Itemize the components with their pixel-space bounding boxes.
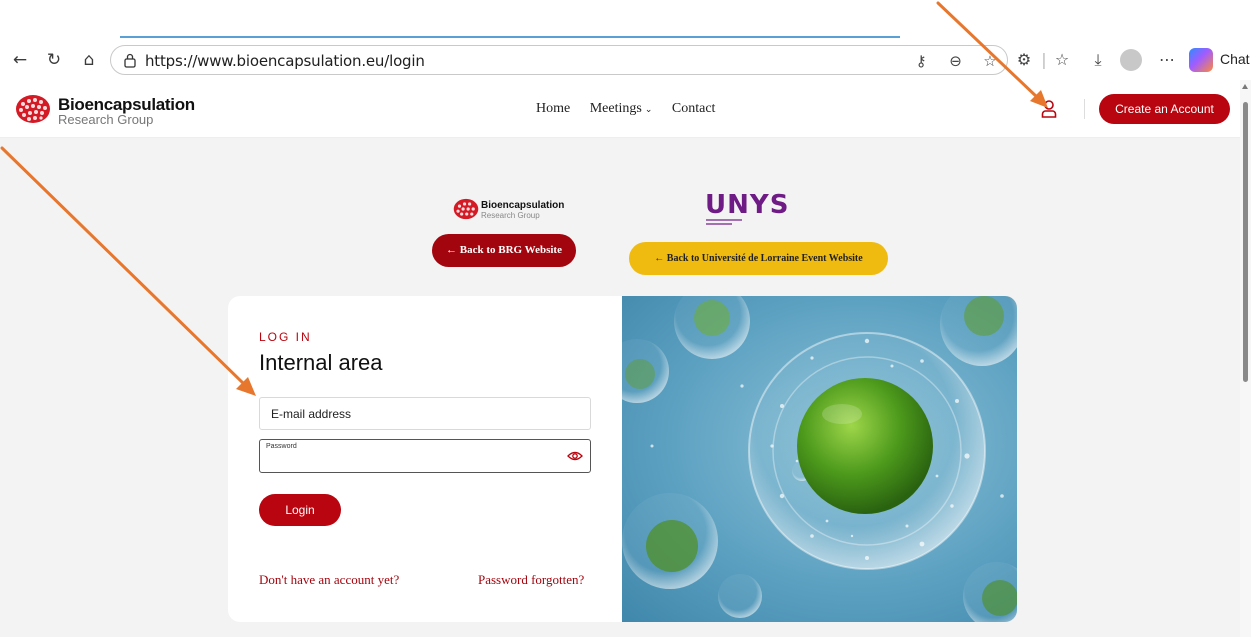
email-input[interactable]: [259, 397, 591, 430]
back-to-brg-button[interactable]: ← Back to BRG Website: [432, 234, 576, 267]
bubble-illustration: [622, 296, 1017, 622]
toolbar-divider: |: [1041, 50, 1047, 69]
unys-tagline-mark: [706, 219, 746, 225]
login-button[interactable]: Login: [259, 494, 341, 526]
home-icon[interactable]: ⌂: [78, 49, 100, 71]
password-input[interactable]: [266, 454, 556, 470]
more-menu-icon[interactable]: ⋯: [1156, 49, 1178, 71]
nav-item-meetings-label: Meetings: [589, 101, 642, 116]
key-icon[interactable]: ⚷: [910, 50, 932, 72]
page-scrollbar[interactable]: [1240, 80, 1251, 637]
scroll-up-arrow-icon[interactable]: [1242, 84, 1248, 89]
url-text[interactable]: https://www.bioencapsulation.eu/login: [145, 52, 425, 70]
nav-item-meetings[interactable]: Meetings ⌄: [590, 101, 653, 116]
page-body: Bioencapsulation Research Group UNYS ← B…: [0, 138, 1240, 637]
logo-subtitle: Research Group: [58, 112, 154, 127]
brg-mini-subtitle: Research Group: [481, 211, 540, 220]
extensions-icon[interactable]: ⚙: [1013, 49, 1035, 71]
nav-item-home[interactable]: Home: [536, 101, 570, 116]
browser-tab-strip: [0, 0, 1251, 38]
algae-bubble-image: [622, 296, 1017, 622]
unys-logo[interactable]: UNYS: [705, 192, 789, 218]
back-arrow-icon[interactable]: ←: [9, 49, 31, 71]
site-header: Bioencapsulation Research Group Home Mee…: [0, 80, 1240, 138]
profile-avatar-icon[interactable]: [1120, 49, 1142, 71]
refresh-icon[interactable]: ↻: [43, 49, 65, 71]
password-label: Password: [266, 443, 297, 450]
header-divider: [1084, 99, 1085, 119]
show-password-eye-icon[interactable]: [567, 450, 583, 462]
login-eyebrow: LOG IN: [259, 330, 312, 344]
favorite-star-icon[interactable]: ☆: [979, 50, 1001, 72]
login-card: LOG IN Internal area Password Login Don'…: [228, 296, 1017, 622]
lock-icon: [124, 53, 136, 68]
login-title: Internal area: [259, 350, 383, 375]
brg-partner-logo[interactable]: Bioencapsulation Research Group: [453, 198, 564, 225]
create-account-button[interactable]: Create an Account: [1099, 94, 1230, 124]
brg-mini-logo-icon: [453, 198, 479, 220]
address-bar[interactable]: https://www.bioencapsulation.eu/login ⚷ …: [110, 45, 1008, 75]
browser-toolbar: ← ↻ ⌂ https://www.bioencapsulation.eu/lo…: [0, 40, 1251, 80]
brg-logo-icon[interactable]: [15, 94, 51, 124]
user-account-icon[interactable]: [1041, 100, 1057, 118]
main-nav: Home Meetings ⌄ Contact: [536, 101, 731, 117]
chat-label[interactable]: Chat: [1220, 51, 1250, 67]
signup-link[interactable]: Don't have an account yet?: [259, 572, 399, 588]
active-tab-indicator: [120, 36, 900, 38]
back-to-unys-button[interactable]: ← Back to Université de Lorraine Event W…: [629, 242, 888, 275]
zoom-out-icon[interactable]: ⊖: [945, 50, 967, 72]
favorites-icon[interactable]: ☆: [1051, 49, 1073, 71]
password-field[interactable]: Password: [259, 439, 591, 473]
copilot-icon[interactable]: [1189, 48, 1213, 72]
chevron-down-icon: ⌄: [644, 104, 653, 114]
forgot-password-link[interactable]: Password forgotten?: [478, 572, 584, 588]
scroll-thumb[interactable]: [1243, 102, 1248, 382]
brg-mini-title: Bioencapsulation: [481, 200, 565, 211]
nav-item-contact[interactable]: Contact: [672, 101, 716, 116]
downloads-icon[interactable]: ⤓: [1087, 49, 1109, 71]
